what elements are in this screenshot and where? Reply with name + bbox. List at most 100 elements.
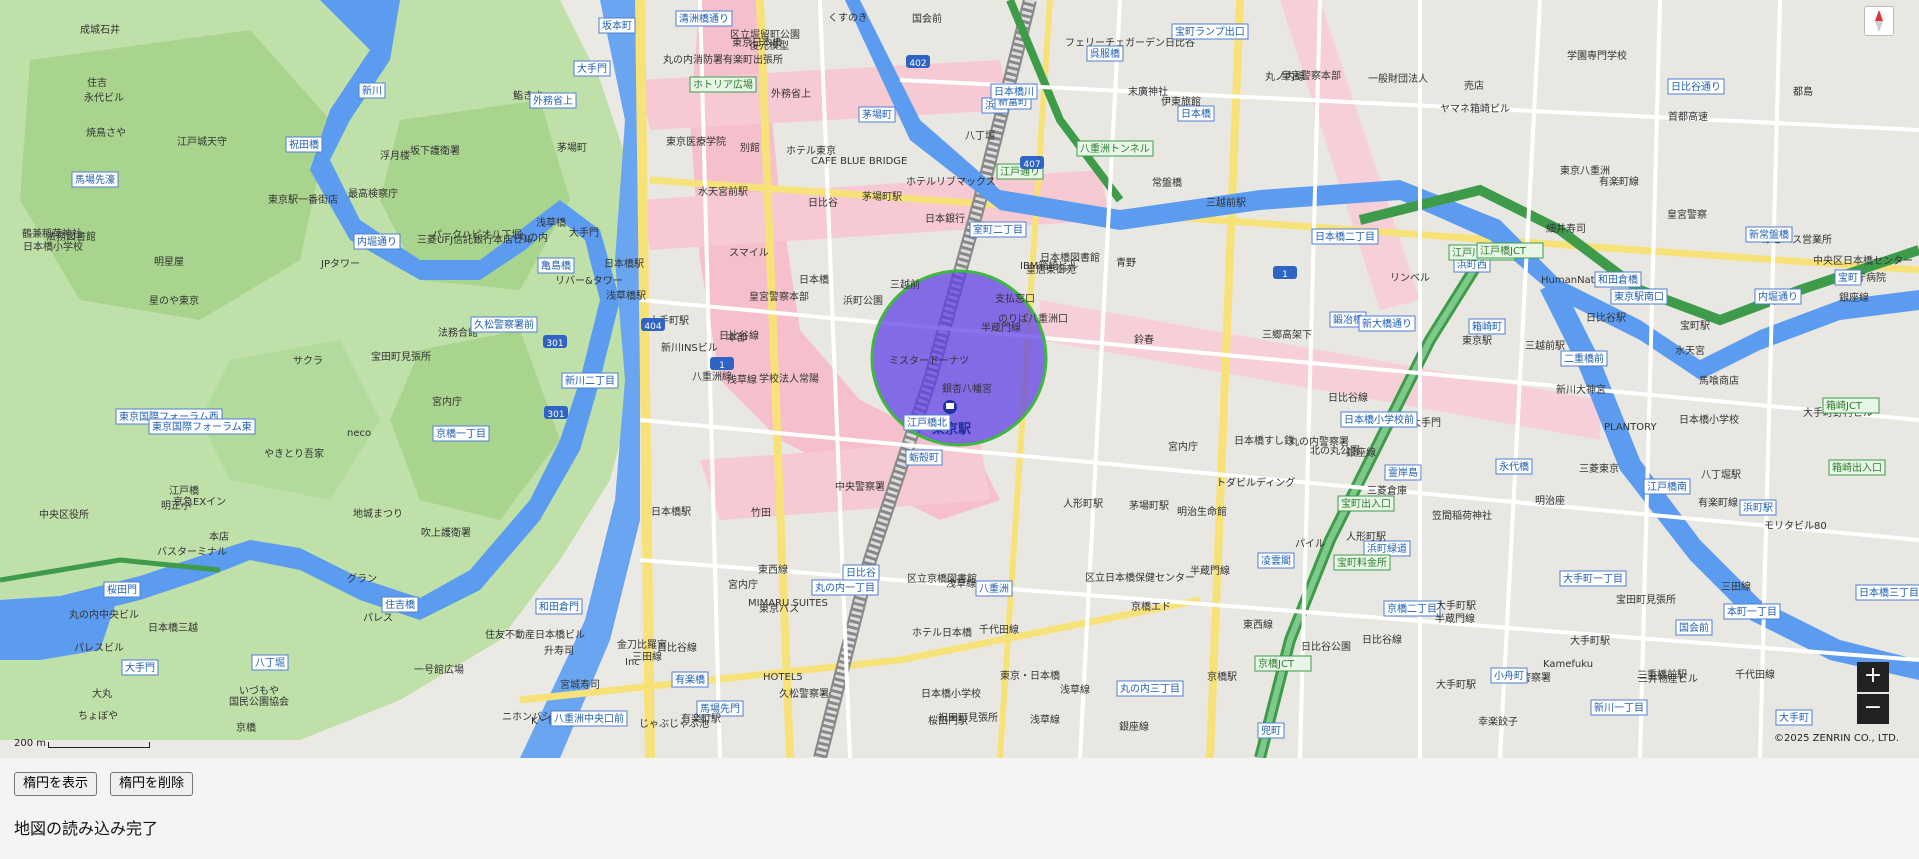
- intersection-label: 馬場先濠: [75, 173, 115, 186]
- map-label: ちょぼや: [78, 710, 118, 722]
- map-label: 八重洲線: [692, 370, 732, 383]
- map-label: 首都高速: [1668, 110, 1708, 123]
- zoom-out-button[interactable]: −: [1857, 694, 1889, 724]
- map-label: 住吉: [87, 76, 107, 89]
- road-number-label: 301: [546, 339, 563, 349]
- map-canvas[interactable]: 東京駅 三井物産ビル星のや東京首都高速八重洲線常盤橋いづもや別館日本銀行本店大手…: [0, 0, 1919, 758]
- map-label: 宮内庁: [728, 578, 758, 591]
- intersection-label: 八重洲中央口前: [554, 712, 624, 725]
- zoom-in-button[interactable]: +: [1857, 662, 1889, 692]
- station-name-label: 人形町駅: [1346, 531, 1386, 543]
- intersection-label: 大手門: [577, 62, 607, 75]
- map-label: 宝田町見張所: [371, 350, 431, 363]
- intersection-label: 大手町: [1779, 711, 1809, 724]
- station-name-label: 人形町駅: [1063, 498, 1103, 510]
- road-number-label: 1: [719, 361, 725, 371]
- map-label: 鈴春: [1134, 333, 1154, 346]
- intersection-label: 日比谷: [846, 567, 876, 579]
- map-label: 常盤橋: [1152, 176, 1182, 189]
- map-label: 坂下護衛署: [410, 144, 460, 157]
- map-label: 宮城寿司: [560, 678, 600, 691]
- station-name-label: 大手町駅: [1570, 634, 1610, 647]
- station-name-label: 東西線: [758, 563, 788, 576]
- map-label: パイル: [1295, 538, 1325, 550]
- intersection-label: 久松警察署前: [474, 318, 534, 331]
- map-label: 大丸: [92, 687, 112, 700]
- intersection-label: 新川: [362, 84, 382, 97]
- map-label: 支払窓口: [995, 292, 1035, 305]
- delete-ellipse-button[interactable]: 楕円を削除: [110, 772, 194, 796]
- map-label: パレス: [363, 612, 393, 624]
- map-label: 久松警察署: [779, 687, 829, 700]
- map-label: 宝田町見張所: [1616, 593, 1676, 606]
- map-label: 学園専門学校: [1567, 49, 1627, 62]
- map-label: 江戸城天守: [177, 135, 227, 148]
- intersection-label: 清洲橋通り: [679, 12, 729, 25]
- intersection-label: 宝町ランプ出口: [1175, 25, 1245, 38]
- map-label: 浮月楼: [380, 149, 410, 162]
- station-name-label: 日比谷線: [1328, 391, 1368, 404]
- intersection-label: 本町一丁目: [1727, 605, 1777, 618]
- station-name-label: 三越前駅: [1206, 196, 1246, 209]
- map-label: 馬喰商店: [1699, 374, 1739, 387]
- map-label: 新川大神宮: [1556, 383, 1606, 396]
- map-label: MIMARU SUITES: [748, 598, 828, 609]
- map-label: 竹田: [751, 506, 771, 519]
- map-label: 丸の内消防署有楽町出張所: [663, 53, 783, 66]
- map-view[interactable]: 東京駅 三井物産ビル 星のや東京 首都高速 八重洲線 常盤橋 いづもや 別館 日本銀行 本店 大手…: [0, 0, 1919, 758]
- map-label: 日本橋図書館: [1040, 251, 1100, 264]
- map-label: 最高検察庁: [348, 187, 398, 200]
- map-label: 東京医療学院: [666, 135, 726, 148]
- intersection-label: 外務省上: [533, 94, 573, 107]
- station-name-label: 浅草線: [1060, 683, 1090, 696]
- map-label: 浅草橋: [536, 216, 566, 229]
- map-label: バスターミナル: [157, 546, 227, 558]
- show-ellipse-button[interactable]: 楕円を表示: [14, 772, 98, 796]
- station-name-label: 日比谷線: [719, 329, 759, 342]
- map-label: 細井寿司: [1546, 222, 1586, 235]
- intersection-label: 箱崎町: [1472, 320, 1502, 333]
- intersection-label: 江戸橋南: [1647, 480, 1687, 493]
- map-label: 日本橋すし鉄: [1234, 434, 1294, 447]
- map-label: 東京八重洲: [1560, 164, 1610, 177]
- map-label: 区立日本橋保健センター: [1085, 571, 1195, 584]
- map-label: 浜町公園: [843, 295, 883, 307]
- intersection-label: 新川二丁目: [565, 374, 615, 387]
- station-name-label: 東京駅: [1462, 334, 1492, 347]
- map-label: 日比谷: [808, 197, 838, 209]
- map-label: リンベル: [1390, 272, 1430, 284]
- intersection-label: 大手門: [125, 661, 155, 674]
- intersection-label: 有楽橋: [675, 673, 705, 686]
- map-label: Kamefuku: [1543, 659, 1593, 670]
- station-name-label: 八丁堀駅: [1701, 469, 1741, 481]
- map-label: スマイル: [729, 248, 769, 259]
- intersection-label: 霊岸島: [1388, 466, 1418, 479]
- tokyo-station-marker: [943, 400, 957, 414]
- intersection-label: 浜町西: [1457, 259, 1487, 271]
- map-label: 日本橋: [799, 273, 829, 286]
- map-label: 鶴兼稲荷神社: [22, 227, 82, 240]
- map-label: 日比谷線: [1362, 633, 1402, 646]
- station-name-label: 茅場町駅: [1129, 499, 1169, 512]
- map-label: モリタビル80: [1764, 520, 1827, 532]
- map-label: 一号館広場: [414, 663, 464, 676]
- station-name-label: 千代田線: [1735, 668, 1775, 681]
- station-name-label: 三田線: [1721, 580, 1751, 593]
- intersection-label: 日本橋二丁目: [1315, 230, 1375, 243]
- map-label: 成城石井: [80, 23, 120, 36]
- map-label: 江戸橋: [169, 484, 199, 497]
- intersection-label: 亀島橋: [541, 259, 571, 272]
- compass-icon[interactable]: [1864, 6, 1894, 36]
- station-name-label: 浅草線: [1030, 713, 1060, 726]
- station-name-label: 千代田線: [979, 623, 1019, 636]
- map-label: 青野: [1116, 256, 1136, 269]
- intersection-label: 浜町駅: [1743, 502, 1773, 514]
- intersection-label: 坂本町: [602, 19, 632, 32]
- map-label: 幸楽餃子: [1478, 715, 1518, 728]
- station-name-label: 日比谷駅: [1586, 312, 1626, 324]
- intersection-label: 丸の内一丁目: [815, 581, 875, 594]
- map-label: 八丁堀: [965, 130, 995, 142]
- expressway-label: 八重洲トンネル: [1080, 142, 1150, 155]
- map-label: 日本橋小学校: [1679, 413, 1739, 426]
- map-label: 丸の内警察署: [1289, 435, 1349, 448]
